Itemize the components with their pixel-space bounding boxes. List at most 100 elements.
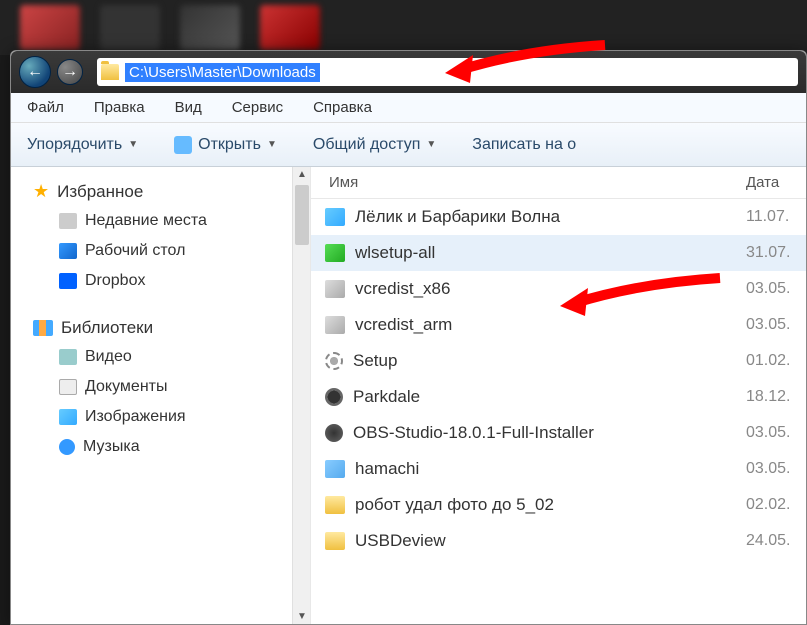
toolbar: Упорядочить ▼ Открыть ▼ Общий доступ ▼ З… [11,123,806,167]
file-type-icon [325,352,343,370]
file-date: 01.02. [738,352,806,370]
file-name: vcredist_x86 [355,279,450,299]
favorites-header[interactable]: ★ Избранное [33,177,304,206]
file-date: 03.05. [738,280,806,298]
scroll-down-icon[interactable]: ▼ [297,611,307,622]
arrow-left-icon: ← [27,63,43,81]
forward-button[interactable]: → [57,59,83,85]
file-list: Лёлик и Барбарики Волна 11.07. wlsetup-all… [311,199,806,624]
file-row[interactable]: vcredist_x86 03.05. [311,271,806,307]
open-label: Открыть [198,136,261,154]
file-row[interactable]: робот удал фото до 5_0202.02. [311,487,806,523]
file-name: OBS-Studio-18.0.1-Full-Installer [353,423,594,443]
desktop-shortcut-icon [20,5,80,50]
file-row[interactable]: OBS-Studio-18.0.1-Full-Installer 03.05. [311,415,806,451]
sidebar-item[interactable]: Изображения [33,402,304,432]
star-icon: ★ [33,181,49,202]
arrow-right-icon: → [62,63,78,81]
file-date: 11.07. [738,208,806,226]
menu-view[interactable]: Вид [169,97,208,118]
scrollbar-thumb[interactable] [295,185,309,245]
back-button[interactable]: ← [19,56,51,88]
burn-label: Записать на о [472,136,576,154]
recent-icon [59,213,77,229]
file-type-icon [325,280,345,298]
menu-service[interactable]: Сервис [226,97,289,118]
sidebar-item[interactable]: Видео [33,342,304,372]
file-name: vcredist_arm [355,315,452,335]
content-area: ★ Избранное Недавние места Рабочий стол Dr… [11,167,806,624]
file-name: Лёлик и Барбарики Волна [355,207,560,227]
file-name: hamachi [355,459,419,479]
folder-icon [101,64,119,80]
file-panel: Имя Дата Лёлик и Барбарики Волна 11.07. wl… [311,167,806,624]
dropbox-icon [59,273,77,289]
file-name: Setup [353,351,397,371]
file-row[interactable]: wlsetup-all31.07. [311,235,806,271]
video-icon [59,349,77,365]
file-row[interactable]: Parkdale18.12. [311,379,806,415]
organize-button[interactable]: Упорядочить ▼ [21,132,144,158]
img-icon [59,409,77,425]
sidebar-item-label: Документы [85,378,167,396]
sidebar-item[interactable]: Рабочий стол [33,236,304,266]
favorites-section: ★ Избранное Недавние места Рабочий стол Dr… [17,177,304,296]
file-row[interactable]: USBDeview 24.05. [311,523,806,559]
sidebar-item-label: Dropbox [85,272,145,290]
sidebar-item-label: Видео [85,348,132,366]
sidebar-item[interactable]: Документы [33,372,304,402]
file-name: wlsetup-all [355,243,435,263]
desktop-shortcut-icon [100,5,160,50]
burn-button[interactable]: Записать на о [466,132,582,158]
desktop-icon [59,243,77,259]
explorer-window: ← → C:\Users\Master\Downloads Файл Правк… [10,50,807,625]
chevron-down-icon: ▼ [426,139,436,150]
chevron-down-icon: ▼ [128,139,138,150]
scroll-up-icon[interactable]: ▲ [297,169,307,180]
sidebar-scrollbar[interactable]: ▲ ▼ [292,167,310,624]
libraries-header[interactable]: Библиотеки [33,314,304,342]
sidebar-item[interactable]: Музыка [33,432,304,462]
file-row[interactable]: hamachi03.05. [311,451,806,487]
sidebar-item-label: Изображения [85,408,186,426]
organize-label: Упорядочить [27,136,122,154]
share-button[interactable]: Общий доступ ▼ [307,132,442,158]
menu-help[interactable]: Справка [307,97,378,118]
chevron-down-icon: ▼ [267,139,277,150]
open-icon [174,136,192,154]
file-row[interactable]: Лёлик и Барбарики Волна 11.07. [311,199,806,235]
column-header-row: Имя Дата [311,167,806,199]
file-name: USBDeview [355,531,446,551]
column-name-header[interactable]: Имя [311,174,738,191]
desktop-shortcut-icon [260,5,320,50]
column-date-header[interactable]: Дата [738,174,806,191]
file-date: 18.12. [738,388,806,406]
open-button[interactable]: Открыть ▼ [168,132,283,158]
sidebar-item[interactable]: Dropbox [33,266,304,296]
desktop-shortcut-icon [180,5,240,50]
menu-edit[interactable]: Правка [88,97,151,118]
file-date: 03.05. [738,316,806,334]
libraries-label: Библиотеки [61,318,153,338]
sidebar-item-label: Музыка [83,438,140,456]
file-date: 03.05. [738,424,806,442]
menu-file[interactable]: Файл [21,97,70,118]
sidebar-item-label: Недавние места [85,212,207,230]
file-type-icon [325,496,345,514]
sidebar-item-label: Рабочий стол [85,242,185,260]
file-type-icon [325,316,345,334]
libraries-section: Библиотеки Видео Документы Изображения Музы… [17,314,304,462]
file-row[interactable]: vcredist_arm 03.05. [311,307,806,343]
file-type-icon [325,208,345,226]
file-row[interactable]: Setup 01.02. [311,343,806,379]
file-type-icon [325,424,343,442]
music-icon [59,439,75,455]
address-bar[interactable]: C:\Users\Master\Downloads [97,58,798,86]
desktop-background [0,0,807,55]
file-type-icon [325,532,345,550]
address-path[interactable]: C:\Users\Master\Downloads [125,63,320,82]
file-date: 24.05. [738,532,806,550]
libraries-icon [33,320,53,336]
doc-icon [59,379,77,395]
sidebar-item[interactable]: Недавние места [33,206,304,236]
